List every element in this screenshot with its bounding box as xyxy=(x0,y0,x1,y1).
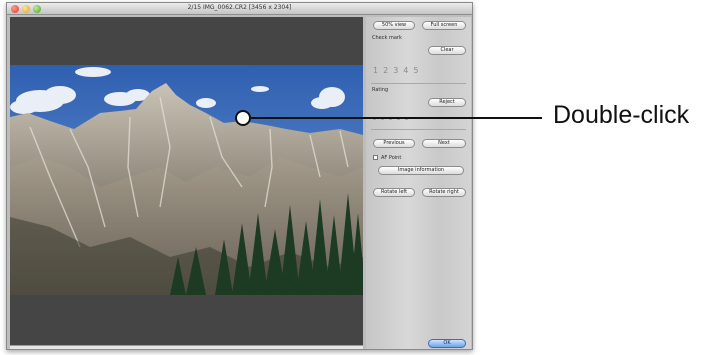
image-preview[interactable] xyxy=(10,17,363,345)
view-100-button[interactable]: 50% view xyxy=(373,21,415,30)
mountain-photo[interactable] xyxy=(10,17,363,345)
double-click-target-icon xyxy=(235,110,251,126)
clear-button[interactable]: Clear xyxy=(428,46,466,55)
next-button[interactable]: Next xyxy=(422,139,466,148)
callout-label: Double-click xyxy=(553,101,690,129)
image-information-button[interactable]: Image information xyxy=(378,166,464,175)
title-bar: 2/15 IMG_0062.CR2 [3456 x 2304] xyxy=(7,3,472,15)
check-mark-4[interactable]: 4 xyxy=(403,66,408,75)
check-mark-label: Check mark xyxy=(372,35,402,41)
full-screen-button[interactable]: Full screen xyxy=(422,21,466,30)
ok-button[interactable]: OK xyxy=(428,339,466,348)
check-mark-1[interactable]: 1 xyxy=(373,66,378,75)
divider xyxy=(371,83,466,84)
af-point-label: AF Point xyxy=(381,155,402,161)
divider xyxy=(371,129,466,130)
quick-check-window: 2/15 IMG_0062.CR2 [3456 x 2304] 50% view… xyxy=(6,2,473,350)
af-point-checkbox[interactable] xyxy=(373,155,378,160)
horizontal-scrollbar[interactable] xyxy=(10,345,363,349)
reject-button[interactable]: Reject xyxy=(428,98,466,107)
check-mark-2[interactable]: 2 xyxy=(383,66,388,75)
rating-label: Rating xyxy=(372,87,389,93)
window-title: 2/15 IMG_0062.CR2 [3456 x 2304] xyxy=(187,4,292,11)
check-mark-selector: 1 2 3 4 5 xyxy=(373,66,418,75)
rotate-left-button[interactable]: Rotate left xyxy=(373,188,415,197)
control-panel: 50% view Full screen Check mark Clear 1 … xyxy=(366,17,471,349)
rotate-right-button[interactable]: Rotate right xyxy=(422,188,466,197)
callout-leader-line xyxy=(251,117,542,119)
check-mark-3[interactable]: 3 xyxy=(393,66,398,75)
previous-button[interactable]: Previous xyxy=(373,139,415,148)
check-mark-5[interactable]: 5 xyxy=(413,66,418,75)
